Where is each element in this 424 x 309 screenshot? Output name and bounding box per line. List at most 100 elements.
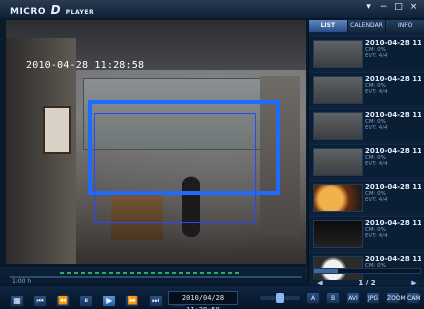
- item-datetime: 2010-04-28 11:28:0: [365, 111, 421, 119]
- timeline-event: [137, 272, 141, 274]
- item-datetime: 2010-04-28 11:28:4: [365, 75, 421, 83]
- menu-icon[interactable]: ▾: [364, 3, 373, 12]
- timeline-event: [144, 272, 148, 274]
- thumbnail: [313, 220, 363, 248]
- item-line2: EVT: 4/4: [365, 89, 388, 95]
- item-line2: EVT: 4/4: [365, 53, 388, 59]
- panel-tabs: LIST CALENDAR INFO: [309, 20, 424, 32]
- export-jpg-button[interactable]: JPG: [366, 292, 380, 304]
- timeline-event: [207, 272, 211, 274]
- logo-main: D: [50, 3, 62, 17]
- export-avi-button[interactable]: AVI: [346, 292, 360, 304]
- tab-list[interactable]: LIST: [309, 20, 348, 32]
- skip-start-icon[interactable]: ⏮: [33, 295, 48, 307]
- volume-slider[interactable]: [260, 293, 300, 303]
- item-datetime: 2010-04-28 11:22:0: [365, 219, 421, 227]
- logo-suffix: PLAYER: [65, 9, 95, 16]
- timeline-event: [109, 272, 113, 274]
- item-line2: EVT: 4/4: [365, 233, 388, 239]
- thumbnail: [313, 112, 363, 140]
- timeline-event: [200, 272, 204, 274]
- event-list[interactable]: 2010-04-28 11:28:2 CM: 0% EVT: 4/4 2010-…: [309, 36, 424, 280]
- roi-selection-inner[interactable]: [94, 113, 256, 223]
- item-line2: EVT: 4/4: [365, 125, 388, 131]
- list-item[interactable]: 2010-04-28 11:28:0 CM: 0% EVT: 4/4: [309, 108, 424, 141]
- mode-b-button[interactable]: B: [326, 292, 340, 304]
- maximize-icon[interactable]: □: [394, 3, 403, 12]
- mode-a-button[interactable]: A: [306, 292, 320, 304]
- item-datetime: 2010-04-28 11:28:2: [365, 39, 421, 47]
- timeline-event: [165, 272, 169, 274]
- tab-calendar[interactable]: CALENDAR: [347, 20, 387, 32]
- list-scroll-thumb[interactable]: [314, 269, 338, 273]
- left-controls: ▦ ⏮ ⏪ ⏸ ▶ ⏩ ⏭ ⧉: [10, 292, 190, 307]
- timeline-event: [123, 272, 127, 274]
- item-meta: 2010-04-28 11:28:4 CM: 0% EVT: 4/4: [365, 75, 421, 103]
- play-icon[interactable]: ▶: [102, 295, 117, 307]
- right-panel: LIST CALENDAR INFO 2010-04-28 11:28:2 CM…: [308, 20, 424, 288]
- thumbnail: [313, 148, 363, 176]
- grid-icon[interactable]: ▦: [10, 295, 24, 307]
- video-timestamp: 2010-04-28 11:28:58: [26, 60, 145, 71]
- window-controls: ▾ − □ ×: [364, 3, 418, 12]
- thumbnail: [313, 40, 363, 68]
- timeline-event: [158, 272, 162, 274]
- list-item[interactable]: 2010-04-28 11:22:0 CM: 0% EVT: 4/4: [309, 216, 424, 249]
- volume-slider-knob[interactable]: [276, 293, 284, 303]
- item-meta: 2010-04-28 11:27:3 CM: 0% EVT: 4/4: [365, 147, 421, 175]
- list-scrollbar[interactable]: [313, 268, 421, 274]
- close-icon[interactable]: ×: [409, 3, 418, 12]
- timeline-event: [151, 272, 155, 274]
- timeline-event: [74, 272, 78, 274]
- timeline-event: [67, 272, 71, 274]
- timeline[interactable]: 1:00 h: [0, 266, 308, 285]
- app-window: MICRO D PLAYER ▾ − □ × 2010-04-28 11:28:…: [0, 0, 424, 309]
- list-item[interactable]: 2010-04-28 11:27:3 CM: 0% EVT: 4/4: [309, 144, 424, 177]
- fast-forward-icon[interactable]: ⏩: [125, 295, 140, 307]
- thumbnail: [313, 184, 363, 212]
- rewind-icon[interactable]: ⏪: [56, 295, 71, 307]
- timeline-event: [81, 272, 85, 274]
- timeline-event: [228, 272, 232, 274]
- current-time: 2010/04/28 11:28:58: [168, 291, 238, 309]
- timeline-event: [172, 272, 176, 274]
- item-line2: EVT: 4/4: [365, 161, 388, 167]
- skip-end-icon[interactable]: ⏭: [148, 295, 163, 307]
- timeline-event: [116, 272, 120, 274]
- list-item[interactable]: 2010-04-28 11:24:0 CM: 0% EVT: 4/4: [309, 180, 424, 213]
- list-item[interactable]: 2010-04-28 11:17:2 CM: 0% EVT: 4/4: [309, 252, 424, 280]
- item-datetime: 2010-04-28 11:17:2: [365, 255, 421, 263]
- app-logo: MICRO D PLAYER: [10, 3, 94, 17]
- timeline-event: [95, 272, 99, 274]
- list-item[interactable]: 2010-04-28 11:28:2 CM: 0% EVT: 4/4: [309, 36, 424, 69]
- right-control-icons: A B AVI JPG ZOOM CAM: [306, 292, 420, 304]
- pause-icon[interactable]: ⏸: [79, 295, 94, 307]
- timeline-event: [214, 272, 218, 274]
- timeline-event: [221, 272, 225, 274]
- timeline-event: [186, 272, 190, 274]
- timeline-events: [60, 272, 280, 278]
- item-line2: EVT: 4/4: [365, 197, 388, 203]
- thumbnail: [313, 76, 363, 104]
- timeline-event: [235, 272, 239, 274]
- tab-info[interactable]: INFO: [386, 20, 424, 32]
- video-poster: [43, 106, 71, 154]
- timeline-event: [60, 272, 64, 274]
- item-meta: 2010-04-28 11:28:2 CM: 0% EVT: 4/4: [365, 39, 421, 67]
- timeline-event: [130, 272, 134, 274]
- item-meta: 2010-04-28 11:24:0 CM: 0% EVT: 4/4: [365, 183, 421, 211]
- list-item[interactable]: 2010-04-28 11:28:4 CM: 0% EVT: 4/4: [309, 72, 424, 105]
- logo-prefix: MICRO: [10, 7, 46, 17]
- timeline-event: [88, 272, 92, 274]
- camera-button[interactable]: CAM: [406, 292, 420, 304]
- video-viewport[interactable]: 2010-04-28 11:28:58: [6, 20, 306, 264]
- timeline-event: [179, 272, 183, 274]
- item-meta: 2010-04-28 11:28:0 CM: 0% EVT: 4/4: [365, 111, 421, 139]
- item-meta: 2010-04-28 11:22:0 CM: 0% EVT: 4/4: [365, 219, 421, 247]
- item-datetime: 2010-04-28 11:24:0: [365, 183, 421, 191]
- minimize-icon[interactable]: −: [379, 3, 388, 12]
- zoom-button[interactable]: ZOOM: [386, 292, 406, 304]
- timeline-event: [193, 272, 197, 274]
- item-datetime: 2010-04-28 11:27:3: [365, 147, 421, 155]
- title-bar: MICRO D PLAYER ▾ − □ ×: [0, 0, 424, 19]
